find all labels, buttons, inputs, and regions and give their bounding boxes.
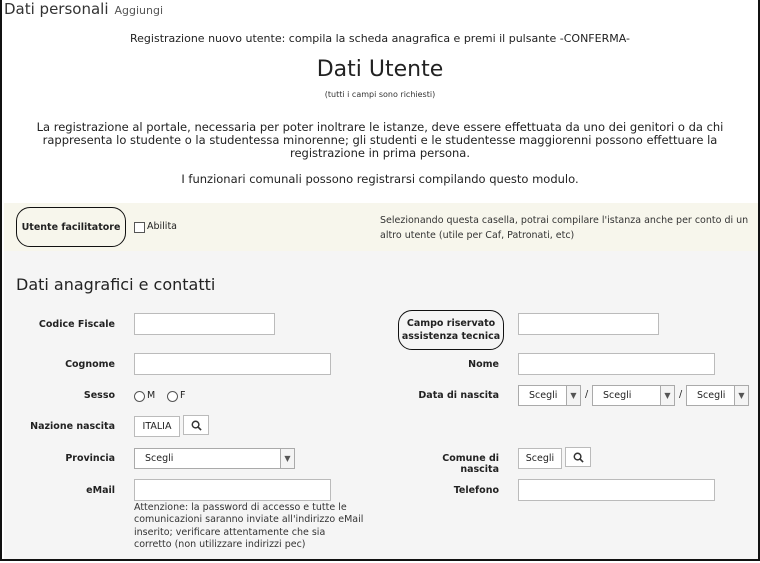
data-nascita-label: Data di nascita [418,390,499,401]
date-separator: / [679,389,683,400]
intro-text: Registrazione nuovo utente: compila la s… [130,32,630,45]
birth-day-value: Scegli [529,390,558,401]
sesso-f-label[interactable]: F [180,390,185,401]
facilitator-checkbox-label[interactable]: Abilita [147,221,177,232]
add-link[interactable]: Aggiungi [115,4,164,17]
search-icon [573,452,584,463]
search-icon [191,420,202,431]
birth-year-value: Scegli [697,390,726,401]
nome-input[interactable] [518,353,715,375]
telefono-input[interactable] [518,479,715,501]
codice-fiscale-label: Codice Fiscale [38,319,115,330]
nazione-nascita-label: Nazione nascita [30,421,115,432]
date-separator: / [585,389,589,400]
provincia-label: Provincia [65,453,115,464]
form-heading: Dati Utente [316,57,444,82]
comune-nascita-label: Comune di nascita [442,453,499,475]
tech-assistance-input[interactable] [518,313,659,335]
facilitator-note: Selezionando questa casella, potrai comp… [380,215,749,241]
nome-label: Nome [468,359,499,370]
email-label: eMail [86,485,115,496]
chevron-down-icon: ▼ [734,386,748,405]
info-paragraph: La registrazione al portale, necessaria … [36,120,724,160]
page-title: Dati personali [4,0,109,18]
sesso-f-radio[interactable] [167,391,178,402]
page-header: Dati personali Aggiungi [4,0,163,18]
facilitator-label: Utente facilitatore [16,207,126,247]
cognome-label: Cognome [65,359,115,370]
chevron-down-icon: ▼ [566,386,580,405]
sesso-m-radio[interactable] [134,391,145,402]
section-title: Dati anagrafici e contatti [16,275,216,294]
nazione-nascita-field[interactable]: ITALIA [134,416,180,437]
personal-data-section [4,251,758,559]
email-input[interactable] [134,479,331,501]
sesso-m-label[interactable]: M [147,390,155,401]
birth-day-select[interactable]: Scegli ▼ [518,385,581,406]
codice-fiscale-input[interactable] [134,313,275,335]
telefono-label: Telefono [453,485,499,496]
nazione-search-button[interactable] [183,415,209,435]
comune-search-button[interactable] [565,447,591,467]
required-note: (tutti i campi sono richiesti) [324,90,436,99]
birth-month-value: Scegli [603,390,632,401]
tech-assistance-label: Campo riservato assistenza tecnica [398,310,504,350]
birth-year-select[interactable]: Scegli ▼ [686,385,749,406]
chevron-down-icon: ▼ [660,386,674,405]
provincia-value: Scegli [145,453,174,464]
info-paragraph-officials: I funzionari comunali possono registrars… [181,172,579,186]
facilitator-checkbox[interactable] [134,222,145,233]
chevron-down-icon: ▼ [280,449,294,468]
cognome-input[interactable] [134,353,331,375]
birth-month-select[interactable]: Scegli ▼ [592,385,675,406]
page-frame: Dati personali Aggiungi Registrazione nuo… [0,0,760,561]
email-note: Attenzione: la password di accesso e tut… [134,502,364,550]
sesso-label: Sesso [83,390,115,401]
provincia-select[interactable]: Scegli ▼ [134,448,295,469]
comune-nascita-field[interactable]: Scegli [518,448,562,469]
